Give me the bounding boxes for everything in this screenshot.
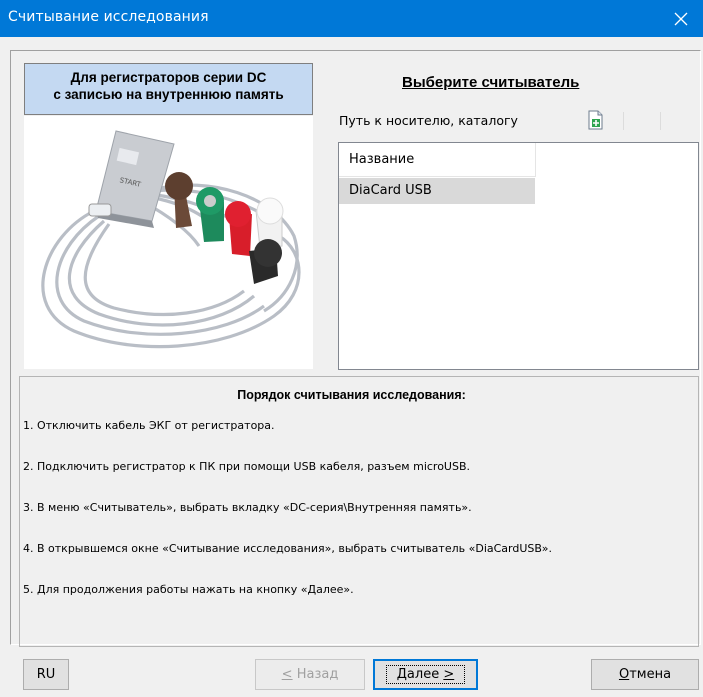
language-button[interactable]: RU bbox=[23, 659, 69, 690]
toolbar-separator bbox=[660, 112, 661, 130]
title-bar: Считывание исследования bbox=[0, 0, 703, 37]
instructions-title: Порядок считывания исследования: bbox=[237, 388, 466, 402]
window-title: Считывание исследования bbox=[8, 9, 209, 25]
device-photo: START bbox=[24, 116, 313, 369]
series-info-line1: Для регистраторов серии DC bbox=[70, 70, 267, 85]
instruction-step: 3. В меню «Считыватель», выбрать вкладку… bbox=[23, 501, 472, 514]
series-info-box: Для регистраторов серии DC с записью на … bbox=[24, 63, 313, 115]
back-button-label: < Назад bbox=[281, 667, 339, 682]
cancel-button[interactable]: Отмена bbox=[591, 659, 699, 690]
toolbar-separator bbox=[623, 112, 624, 130]
next-button[interactable]: Далее > bbox=[373, 659, 478, 690]
choose-reader-heading: Выберите считыватель bbox=[402, 74, 580, 91]
add-document-icon[interactable] bbox=[587, 110, 605, 130]
next-button-label: Далее > bbox=[385, 665, 466, 684]
reader-list[interactable]: Название DiaCard USB bbox=[338, 142, 699, 370]
column-header-name[interactable]: Название bbox=[339, 143, 536, 177]
series-info-line2: с записью на внутреннюю память bbox=[53, 87, 284, 102]
instruction-step: 2. Подключить регистратор к ПК при помощ… bbox=[23, 460, 471, 473]
instruction-step: 1. Отключить кабель ЭКГ от регистратора. bbox=[23, 419, 275, 432]
path-label: Путь к носителю, каталогу bbox=[339, 113, 518, 128]
instruction-step: 5. Для продолжения работы нажать на кноп… bbox=[23, 583, 354, 596]
back-button[interactable]: < Назад bbox=[255, 659, 365, 690]
cancel-button-label: Отмена bbox=[618, 667, 672, 682]
list-item[interactable]: DiaCard USB bbox=[339, 178, 535, 204]
instruction-step: 4. В открывшемся окне «Считывание исслед… bbox=[23, 542, 552, 555]
close-icon[interactable] bbox=[661, 0, 701, 37]
language-button-label: RU bbox=[36, 667, 56, 682]
